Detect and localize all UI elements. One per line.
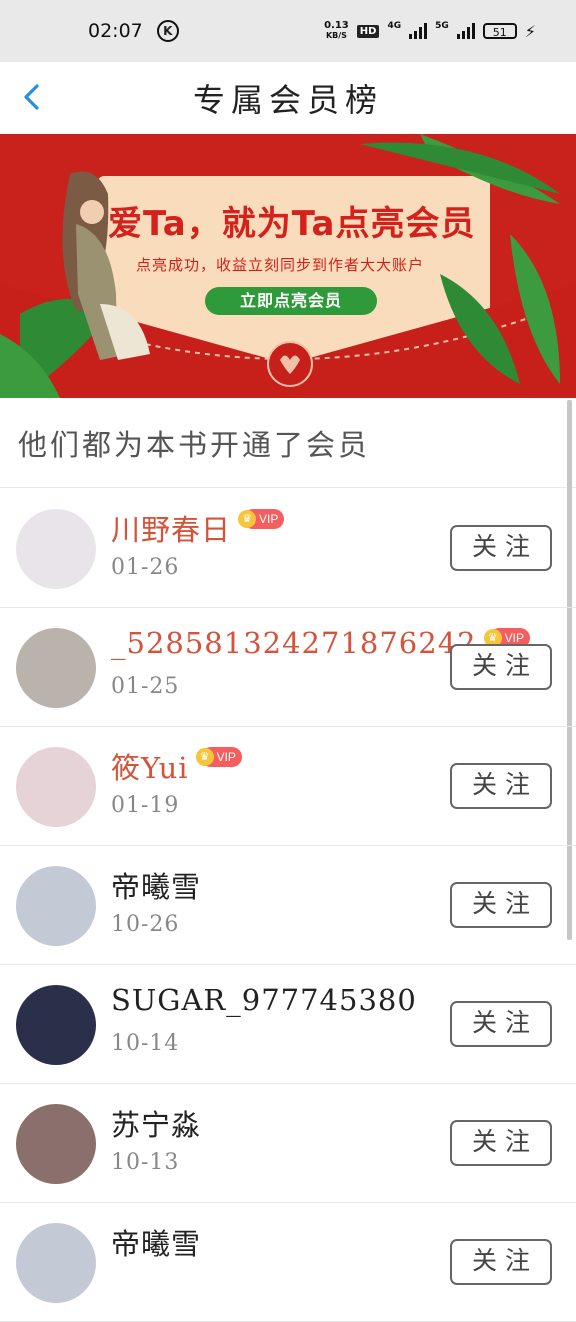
page-title: 专属会员榜 [192,81,383,119]
follow-button[interactable]: 关注 [450,882,552,928]
k-app-icon: K [156,20,179,42]
follow-button[interactable]: 关注 [450,525,552,571]
avatar[interactable] [16,866,96,946]
title-bar: 专属会员榜 [0,62,576,134]
member-name: 苏宁淼 [111,1108,202,1142]
section-header: 他们都为本书开通了会员 [0,398,576,488]
promo-banner[interactable]: 爱Ta，就为Ta点亮会员 点亮成功，收益立刻同步到作者大大账户 立即点亮会员 [0,134,576,398]
member-date: 10-13 [111,1150,180,1175]
signal-5g-icon [456,23,475,39]
status-icons: 0.13 KB/S HD 4G 5G 51 ⚡ [324,21,536,41]
status-time: 02:07 [88,20,143,42]
follow-button[interactable]: 关注 [450,1120,552,1166]
member-name: 筱Yui ♛ VIP [111,745,242,787]
member-row[interactable]: _528581324271876242 ♛ VIP 01-25 关注 [0,608,576,727]
avatar[interactable] [16,985,96,1065]
follow-button[interactable]: 关注 [450,644,552,690]
follow-button[interactable]: 关注 [450,763,552,809]
banner-subline: 点亮成功，收益立刻同步到作者大大账户 [136,256,425,274]
light-up-vip-button[interactable]: 立即点亮会员 [205,287,377,315]
member-row[interactable]: 帝曦雪 关注 [0,1203,576,1322]
charging-icon: ⚡ [524,21,536,41]
battery-icon: 51 [482,23,517,39]
member-row[interactable]: 筱Yui ♛ VIP 01-19 关注 [0,727,576,846]
member-row[interactable]: 川野春日 ♛ VIP 01-26 关注 [0,489,576,608]
back-arrow-icon[interactable] [18,82,48,112]
member-name: 帝曦雪 [111,870,202,904]
crown-icon: ♛ [195,748,214,766]
hd-icon: HD [356,24,380,38]
vip-badge: ♛ VIP [238,509,285,529]
follow-button[interactable]: 关注 [450,1001,552,1047]
section-title: 他们都为本书开通了会员 [18,427,371,462]
banner-headline: 爱Ta，就为Ta点亮会员 [108,204,476,244]
member-date: 01-19 [111,793,180,818]
member-name: 帝曦雪 [111,1227,202,1261]
network-speed: 0.13 KB/S [324,20,349,41]
avatar[interactable] [16,1223,96,1303]
avatar[interactable] [16,509,96,589]
member-row[interactable]: 苏宁淼 10-13 关注 [0,1084,576,1203]
network-4g-label: 4G [387,21,402,31]
member-list: 川野春日 ♛ VIP 01-26 关注 _528581324271876242 ♛ VI… [0,489,576,1322]
avatar[interactable] [16,747,96,827]
member-date: 10-14 [111,1031,180,1056]
follow-button[interactable]: 关注 [450,1239,552,1285]
status-bar: 02:07 K 0.13 KB/S HD 4G 5G 51 ⚡ [0,0,576,62]
member-name: 川野春日 ♛ VIP [111,507,285,549]
member-name: SUGAR_977745380 [111,983,417,1017]
vip-badge: ♛ VIP [195,747,242,767]
member-date: 10-26 [111,912,180,937]
signal-4g-icon [409,23,428,39]
member-row[interactable]: SUGAR_977745380 10-14 关注 [0,965,576,1084]
network-5g-label: 5G [435,21,449,31]
avatar[interactable] [16,1104,96,1184]
member-date: 01-25 [111,674,180,699]
member-row[interactable]: 帝曦雪 10-26 关注 [0,846,576,965]
crown-icon: ♛ [238,510,257,528]
avatar[interactable] [16,628,96,708]
member-date: 01-26 [111,555,180,580]
